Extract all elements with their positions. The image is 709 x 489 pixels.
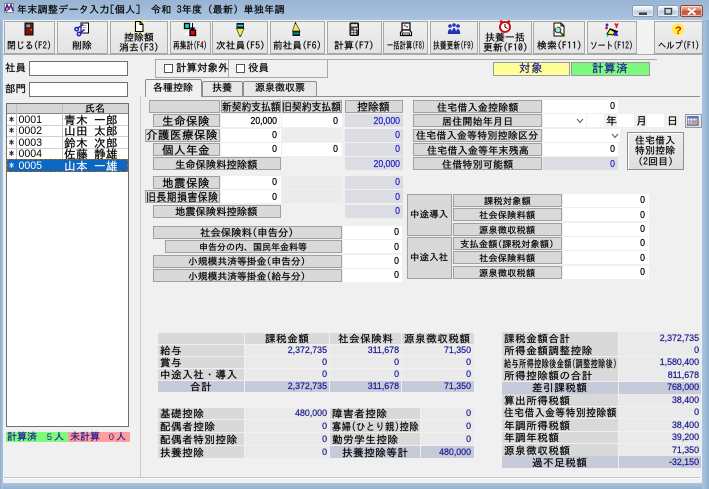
svg-text:?: ? [675,25,682,37]
